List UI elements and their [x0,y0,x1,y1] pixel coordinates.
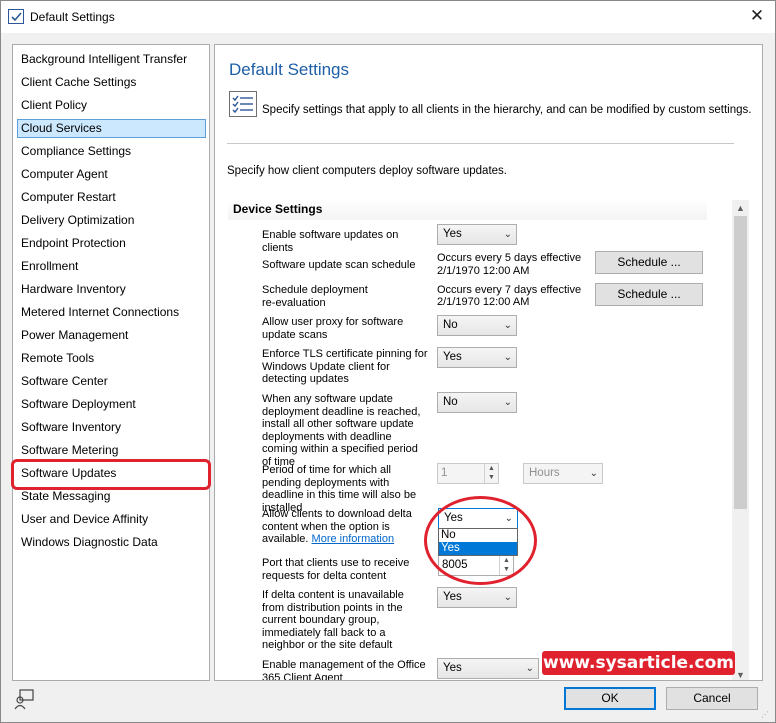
sidebar-item-background-intelligent-transfer[interactable]: Background Intelligent Transfer [17,50,206,69]
enable-updates-select[interactable]: Yes ⌄ [437,224,517,245]
chevron-down-icon: ⌄ [503,352,512,363]
resize-grip-icon[interactable]: ⋰ [761,710,769,719]
setting-label-enable-updates: Enable software updates on clients [262,229,399,254]
setting-label-delta-content: Allow clients to download delta content … [262,508,430,546]
page-description: Specify settings that apply to all clien… [262,104,752,116]
chevron-down-icon: ⌄ [525,663,534,674]
title-bar: Default Settings ✕ [1,1,775,33]
ok-button[interactable]: OK [564,687,656,710]
deadline-behavior-select[interactable]: No ⌄ [437,392,517,413]
checklist-icon [229,91,257,117]
sidebar-item-delivery-optimization[interactable]: Delivery Optimization [17,211,206,230]
chevron-down-icon: ⌄ [589,468,598,479]
sidebar-item-client-policy[interactable]: Client Policy [17,96,206,115]
deadline-behavior-value: No [443,396,458,408]
tls-pinning-select[interactable]: Yes ⌄ [437,347,517,368]
setting-label-fallback: If delta content is unavailable from dis… [262,589,404,651]
reevaluation-value-line2: 2/1/1970 12:00 AM [437,296,530,308]
sidebar-item-hardware-inventory[interactable]: Hardware Inventory [17,280,206,299]
user-proxy-value: No [443,319,458,331]
scan-schedule-value-line2: 2/1/1970 12:00 AM [437,265,530,277]
tls-pinning-value: Yes [443,351,462,363]
chevron-down-icon: ⌄ [503,320,512,331]
sidebar-item-power-management[interactable]: Power Management [17,326,206,345]
window-title: Default Settings [30,10,115,24]
deadline-period-stepper[interactable]: 1 ▲ ▼ [437,463,499,484]
settings-detail-panel: Default Settings Specify settings that a… [214,44,763,681]
sidebar-item-cloud-services[interactable]: Cloud Services [17,119,206,138]
sidebar-item-enrollment[interactable]: Enrollment [17,257,206,276]
sidebar-item-metered-internet-connections[interactable]: Metered Internet Connections [17,303,206,322]
setting-label-office365-agent: Enable management of the Office 365 Clie… [262,659,426,681]
setting-label-deadline-period: Period of time for which all pending dep… [262,464,417,514]
close-icon[interactable]: ✕ [749,6,765,26]
deadline-period-unit-select[interactable]: Hours ⌄ [523,463,603,484]
software-updates-highlight [11,459,211,490]
section-description: Specify how client computers deploy soft… [227,165,507,177]
sidebar-item-software-deployment[interactable]: Software Deployment [17,395,206,414]
settings-category-list: Background Intelligent Transfer Client C… [12,44,210,681]
settings-checklist-icon [8,9,24,24]
office365-agent-value: Yes [443,662,462,674]
sidebar-item-remote-tools[interactable]: Remote Tools [17,349,206,368]
feedback-icon[interactable] [13,688,35,710]
fallback-select[interactable]: Yes ⌄ [437,587,517,608]
deadline-period-value: 1 [441,467,448,479]
setting-label-delta-port: Port that clients use to receive request… [262,557,410,582]
vertical-scrollbar[interactable]: ▲ ▼ [732,200,749,680]
chevron-down-icon: ⌄ [503,397,512,408]
sidebar-item-computer-agent[interactable]: Computer Agent [17,165,206,184]
delta-content-highlight-circle [424,496,537,585]
chevron-down-icon: ⌄ [503,592,512,603]
page-title: Default Settings [229,60,350,79]
chevron-down-icon: ⌄ [503,229,512,240]
scrollbar-thumb[interactable] [734,216,747,509]
setting-label-scan-schedule: Software update scan schedule [262,259,416,271]
sidebar-item-compliance-settings[interactable]: Compliance Settings [17,142,206,161]
setting-label-reevaluation: Schedule deployment re-evaluation [262,284,368,309]
setting-label-user-proxy: Allow user proxy for software update sca… [262,316,404,341]
more-information-link[interactable]: More information [312,533,395,545]
divider [227,143,734,144]
scroll-up-icon[interactable]: ▲ [732,200,749,216]
reevaluation-value-line1: Occurs every 7 days effective [437,284,582,296]
enable-updates-value: Yes [443,228,462,240]
sidebar-item-endpoint-protection[interactable]: Endpoint Protection [17,234,206,253]
sidebar-item-user-and-device-affinity[interactable]: User and Device Affinity [17,510,206,529]
setting-label-tls-pinning: Enforce TLS certificate pinning for Wind… [262,348,428,385]
sidebar-item-software-center[interactable]: Software Center [17,372,206,391]
scan-schedule-value-line1: Occurs every 5 days effective [437,252,582,264]
cancel-button[interactable]: Cancel [666,687,758,710]
user-proxy-select[interactable]: No ⌄ [437,315,517,336]
sidebar-item-software-inventory[interactable]: Software Inventory [17,418,206,437]
office365-agent-select[interactable]: Yes ⌄ [437,658,539,679]
fallback-value: Yes [443,591,462,603]
watermark: www.sysarticle.com [542,651,735,675]
device-settings-header: Device Settings [228,200,707,220]
dialog-window: Default Settings ✕ Background Intelligen… [0,0,776,723]
sidebar-item-windows-diagnostic-data[interactable]: Windows Diagnostic Data [17,533,206,552]
sidebar-item-software-metering[interactable]: Software Metering [17,441,206,460]
setting-label-deadline-behavior: When any software update deployment dead… [262,393,421,468]
deadline-period-unit-value: Hours [529,467,560,479]
reevaluation-schedule-button[interactable]: Schedule ... [595,283,703,306]
sidebar-item-computer-restart[interactable]: Computer Restart [17,188,206,207]
stepper-arrows-icon[interactable]: ▲ ▼ [484,464,498,483]
sidebar-item-client-cache-settings[interactable]: Client Cache Settings [17,73,206,92]
scan-schedule-button[interactable]: Schedule ... [595,251,703,274]
